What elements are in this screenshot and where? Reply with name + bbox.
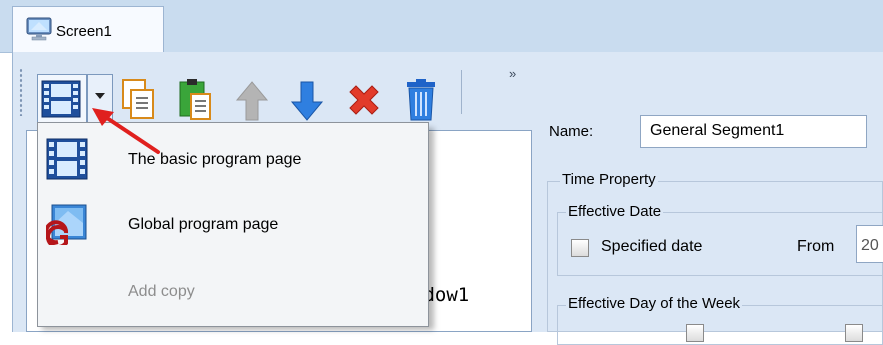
toolbar-overflow-button[interactable]: » <box>509 66 516 81</box>
arrow-down-icon[interactable] <box>290 80 324 122</box>
chevron-down-icon <box>95 93 105 99</box>
film-icon <box>46 138 88 180</box>
specified-date-label: Specified date <box>601 238 703 255</box>
menu-item-label: Global program page <box>128 216 279 233</box>
time-property-title: Time Property <box>560 171 658 188</box>
annotation-arrow <box>92 108 160 154</box>
from-label: From <box>797 238 835 255</box>
name-field-value: General Segment1 <box>650 122 785 139</box>
effective-day-title: Effective Day of the Week <box>566 295 743 312</box>
monitor-icon <box>26 17 52 41</box>
weekday-checkbox[interactable] <box>845 324 863 342</box>
effective-date-title: Effective Date <box>566 203 664 220</box>
x-icon[interactable] <box>346 82 382 118</box>
specified-date-checkbox[interactable] <box>571 239 589 257</box>
menu-item-label: Add copy <box>128 283 195 300</box>
weekday-checkbox[interactable] <box>686 324 704 342</box>
film-icon <box>41 80 81 118</box>
toolbar-grip[interactable] <box>19 68 23 116</box>
tab-label: Screen1 <box>56 23 112 40</box>
from-date-value: 20 <box>861 237 879 254</box>
name-label: Name: <box>549 123 594 140</box>
arrow-up-icon[interactable] <box>235 80 269 122</box>
toolbar-separator <box>461 70 462 114</box>
menu-item-add-copy[interactable] <box>39 262 427 318</box>
trash-icon[interactable] <box>405 78 437 122</box>
paste-icon[interactable] <box>177 78 213 122</box>
global-page-icon <box>46 204 87 245</box>
